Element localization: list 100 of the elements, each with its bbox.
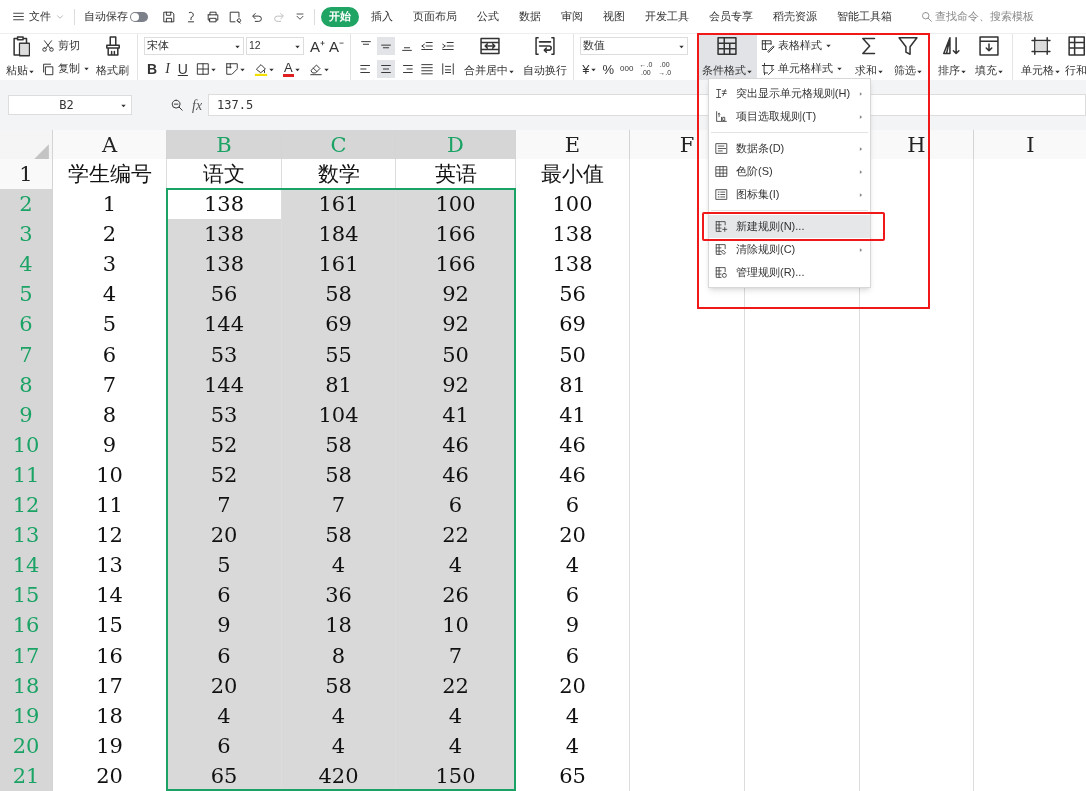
fill-down-icon	[978, 35, 1001, 57]
color-scale-icon	[715, 165, 728, 178]
table-cell: 56	[516, 279, 630, 312]
row-header[interactable]: 1	[0, 159, 53, 192]
ribbon-tab[interactable]: 智能工具箱	[829, 6, 900, 27]
cell-style-button[interactable]: 单元格样式	[760, 60, 843, 77]
menu-item[interactable]: 清除规则(C)	[709, 238, 870, 261]
align-center-icon[interactable]	[377, 59, 396, 78]
table-cell: 138	[167, 249, 282, 282]
table-cell: 69	[282, 309, 396, 342]
table-cell: 18	[282, 610, 396, 643]
table-style-button[interactable]: 表格样式	[760, 37, 843, 54]
ribbon-tab[interactable]: 会员专享	[701, 6, 761, 27]
customize-caret-icon[interactable]	[294, 10, 306, 23]
copy-button[interactable]: 复制	[41, 60, 90, 77]
table-cell: 4	[516, 550, 630, 583]
table-cell: 26	[396, 580, 516, 613]
underline-button[interactable]: U	[177, 62, 188, 76]
print-icon[interactable]	[206, 9, 220, 24]
cell-pen-icon	[760, 61, 775, 76]
table-cell: 20	[516, 520, 630, 553]
font-name-field[interactable]: 宋体	[144, 37, 244, 55]
copy-icon	[41, 61, 55, 76]
eraser-icon[interactable]	[308, 62, 323, 76]
clear-rule-icon	[715, 243, 728, 256]
table-cell: 5	[167, 550, 282, 583]
table-cell: 166	[396, 219, 516, 252]
ribbon-tab[interactable]: 稻壳资源	[765, 6, 825, 27]
ribbon-tab[interactable]: 审阅	[553, 6, 591, 27]
caret-icon	[824, 42, 832, 49]
zoom-icon[interactable]	[170, 98, 184, 112]
table-cell: 6	[516, 580, 630, 613]
align-middle-icon[interactable]	[377, 36, 396, 55]
table-cell: 166	[396, 249, 516, 282]
rows-columns-button[interactable]: 行和	[1064, 34, 1086, 80]
wrap-text-button[interactable]: 自动换行	[523, 34, 568, 80]
filter-button[interactable]: 筛选	[893, 34, 923, 80]
table-cell: 161	[282, 249, 396, 282]
fx-label[interactable]: fx	[192, 94, 203, 116]
highlight-rule-icon	[715, 87, 728, 100]
sort-button[interactable]: 排序	[937, 34, 967, 80]
cell-icon	[1029, 35, 1052, 57]
menu-item[interactable]: 图标集(I)	[709, 183, 870, 206]
wrap-text-icon	[534, 35, 557, 57]
fill-color-icon[interactable]	[253, 62, 268, 76]
format-painter-button[interactable]: 格式刷	[96, 34, 129, 80]
table-cell: 65	[516, 760, 630, 791]
table-cell: 138	[516, 219, 630, 252]
merge-center-button[interactable]: 合并居中	[464, 34, 516, 80]
table-cell: 9	[167, 610, 282, 643]
merge-cells-icon	[478, 35, 501, 57]
caret-icon	[835, 65, 843, 72]
thousands-button[interactable]: 000	[620, 65, 634, 73]
funnel-icon	[897, 35, 920, 57]
menu-item[interactable]: 管理规则(R)...	[709, 261, 870, 284]
decrease-font-button[interactable]: A⁻	[329, 38, 345, 54]
fill-button[interactable]: 填充	[974, 34, 1004, 80]
search-field[interactable]: 查找命令、搜索模板	[920, 8, 1034, 25]
table-cell: 10	[396, 610, 516, 643]
search-icon	[920, 10, 933, 23]
name-box[interactable]: B2	[8, 95, 132, 115]
table-cell: 138	[167, 219, 282, 252]
cell-button[interactable]: 单元格	[1020, 34, 1061, 80]
autosave-toggle[interactable]	[130, 11, 148, 22]
ribbon-tab[interactable]: 视图	[595, 6, 633, 27]
number-format-field[interactable]: 数值	[580, 37, 689, 55]
menu-item[interactable]: 新建规则(N)...	[709, 215, 870, 238]
bold-button[interactable]: B	[147, 62, 158, 76]
font-color-button[interactable]: A	[282, 61, 294, 77]
table-cell: 58	[282, 520, 396, 553]
paste-button[interactable]: 粘贴	[6, 34, 35, 80]
ribbon-tab[interactable]: 开发工具	[637, 6, 697, 27]
cut-button[interactable]: 剪切	[41, 37, 90, 54]
percent-button[interactable]: %	[602, 62, 615, 76]
increase-font-button[interactable]: A⁺	[310, 38, 325, 54]
scissors-icon	[41, 38, 55, 53]
table-cell: 9	[516, 610, 630, 643]
ribbon-tab[interactable]: 插入	[363, 6, 401, 27]
table-cell: 92	[396, 309, 516, 342]
table-grid-icon	[716, 35, 739, 57]
table-cell: 69	[516, 309, 630, 342]
ribbon-tab[interactable]: 公式	[469, 6, 507, 27]
print-preview-icon[interactable]	[228, 9, 242, 24]
file-menu[interactable]: 文件	[12, 8, 65, 25]
table-cell: 6	[167, 580, 282, 613]
ribbon-tab[interactable]: 数据	[511, 6, 549, 27]
sum-button[interactable]: 求和	[854, 34, 884, 80]
menu-item[interactable]: 色阶(S)	[709, 160, 870, 183]
currency-button[interactable]: ¥	[582, 62, 590, 76]
table-cell: 6	[396, 490, 516, 523]
border-icon[interactable]	[195, 62, 210, 76]
menu-icon	[12, 10, 25, 23]
table-cell: 4	[282, 550, 396, 583]
icon-set-icon	[715, 188, 728, 201]
font-size-field[interactable]: 12	[246, 37, 304, 55]
autosave-label: 自动保存	[84, 9, 128, 25]
cell-format-icon[interactable]	[224, 62, 239, 76]
italic-button[interactable]: I	[165, 62, 170, 76]
save-icon[interactable]	[162, 9, 176, 24]
ribbon-tab[interactable]: 页面布局	[405, 6, 465, 27]
